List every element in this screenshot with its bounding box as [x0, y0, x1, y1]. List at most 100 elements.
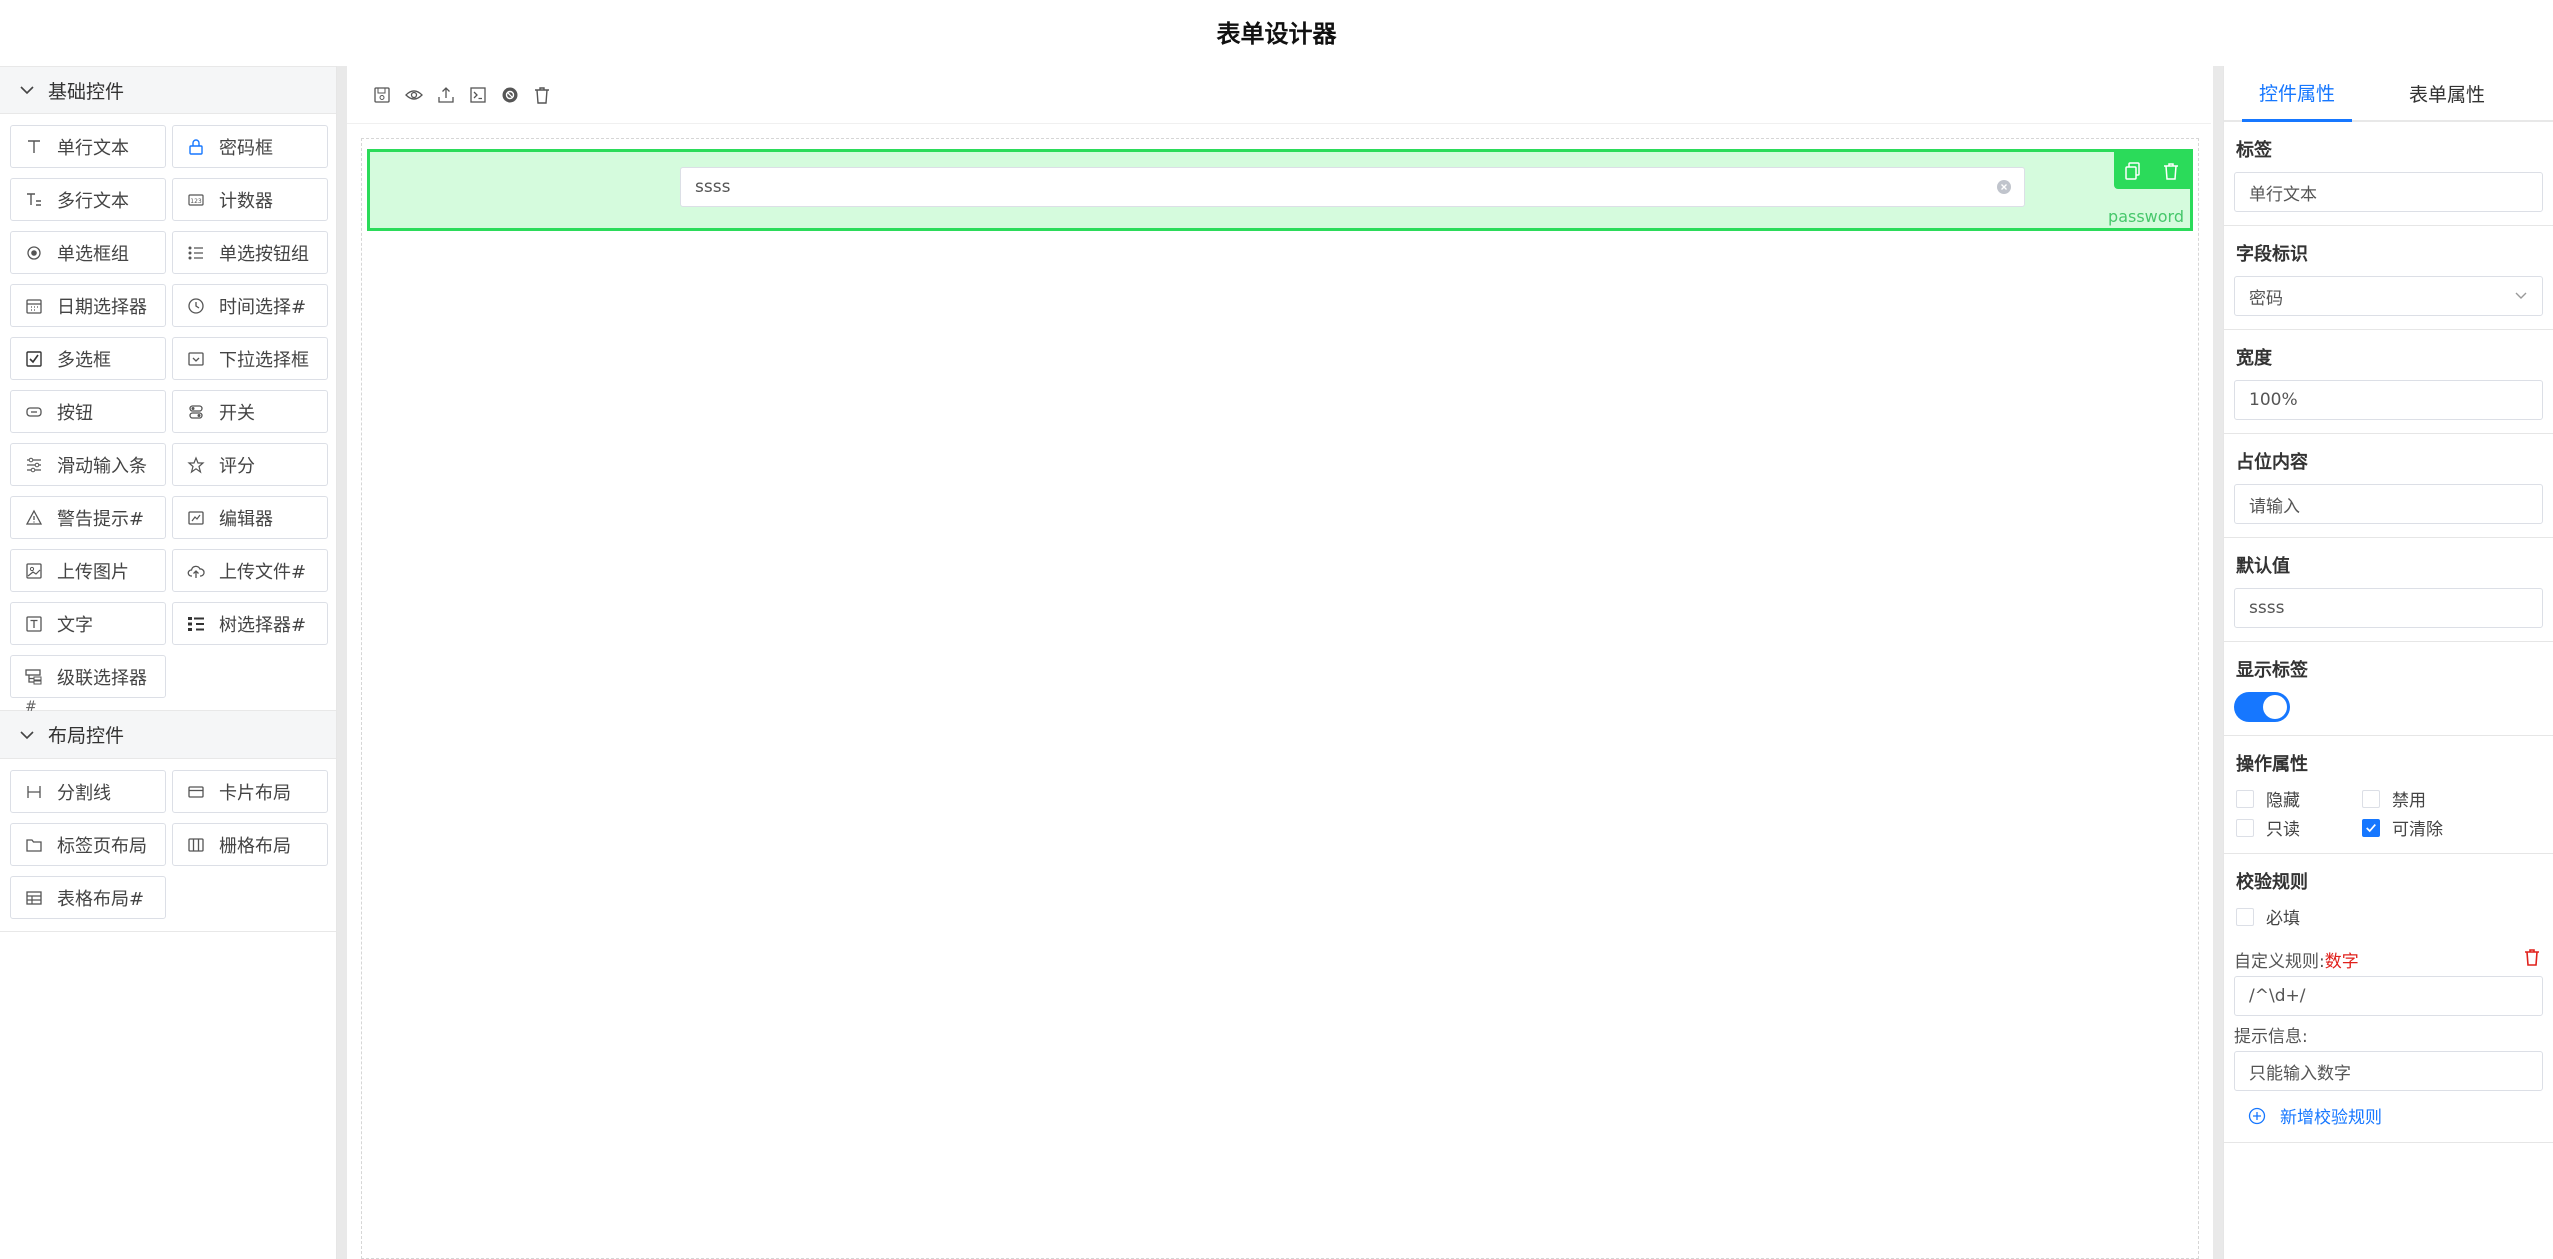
widget-select[interactable]: 下拉选择框 — [172, 337, 328, 380]
prop-rules-title: 校验规则 — [2236, 872, 2308, 893]
op-checkbox[interactable]: 只读 — [2236, 815, 2362, 840]
custom-rule-type: 数字 — [2324, 952, 2359, 972]
required-checkbox[interactable]: 必填 — [2234, 904, 2543, 929]
widget-label: 时间选择# — [219, 296, 307, 318]
lock-icon — [187, 138, 205, 156]
widget-warning[interactable]: 警告提示# — [10, 496, 166, 539]
field-input[interactable]: ssss — [680, 167, 2025, 207]
property-panel: 控件属性 表单属性 标签 单行文本 字段标识 密码 宽度 100% 占位内容 请… — [2223, 66, 2553, 1259]
widget-label: 多行文本 — [57, 190, 129, 212]
widget-editor[interactable]: 编辑器 — [172, 496, 328, 539]
widget-switch[interactable]: 开关 — [172, 390, 328, 433]
right-splitter[interactable] — [2213, 66, 2223, 1259]
custom-rule-value: /^\d+/ — [2249, 986, 2306, 1006]
left-splitter[interactable] — [337, 66, 347, 1259]
chevron-down-icon — [20, 86, 34, 95]
widget-image-upload[interactable]: 上传图片 — [10, 549, 166, 592]
widget-cloud-upload[interactable]: 上传文件# — [172, 549, 328, 592]
widget-cascader[interactable]: 级联选择器 # — [10, 655, 166, 715]
save-icon[interactable] — [373, 86, 391, 104]
counter-icon: 123 — [187, 191, 205, 209]
widget-label: 密码框 — [219, 137, 273, 159]
widget-label: 评分 — [219, 455, 255, 477]
prop-width-title: 宽度 — [2236, 348, 2272, 369]
chevron-down-icon — [20, 730, 34, 739]
op-checkbox[interactable]: 隐藏 — [2236, 786, 2362, 811]
widget-counter[interactable]: 123 计数器 — [172, 178, 328, 221]
radio-icon — [25, 244, 43, 262]
hint-input[interactable]: 只能输入数字 — [2234, 1051, 2543, 1091]
widget-grid[interactable]: 栅格布局 — [172, 823, 328, 866]
checkbox-box — [2236, 789, 2254, 808]
op-checkbox[interactable]: 可清除 — [2362, 815, 2512, 840]
field-actions — [2114, 152, 2190, 189]
widget-label: 日期选择器 — [57, 296, 147, 318]
width-input[interactable]: 100% — [2234, 380, 2543, 420]
export-icon[interactable] — [437, 86, 455, 104]
prop-field-id-title: 字段标识 — [2236, 244, 2308, 265]
widget-label: 上传文件# — [219, 561, 307, 583]
widget-folder[interactable]: 标签页布局 — [10, 823, 166, 866]
basic-group-header[interactable]: 基础控件 — [0, 66, 336, 114]
code-icon[interactable] — [469, 86, 487, 104]
widget-text-box[interactable]: 文字 — [10, 602, 166, 645]
widget-label: 滑动输入条 — [57, 455, 147, 477]
widget-checkbox[interactable]: 多选框 — [10, 337, 166, 380]
op-checkbox[interactable]: 禁用 — [2362, 786, 2512, 811]
checkbox-box — [2236, 818, 2254, 837]
ops-checkboxes: 隐藏 禁用 只读 可清除 — [2234, 786, 2543, 840]
default-value-input[interactable]: ssss — [2234, 588, 2543, 628]
checkbox-checked — [2362, 818, 2380, 837]
layout-widget-list: 分割线 卡片布局 标签页布局 栅格布局表格布局# — [0, 759, 336, 932]
switch-knob — [2263, 695, 2287, 719]
placeholder-value: 请输入 — [2249, 496, 2300, 517]
form-canvas[interactable]: 单行文本: ssss password — [361, 138, 2199, 1259]
tab-form-props[interactable]: 表单属性 — [2392, 66, 2502, 120]
widget-calendar[interactable]: 日期选择器 — [10, 284, 166, 327]
widget-clock[interactable]: 时间选择# — [172, 284, 328, 327]
json-icon[interactable] — [501, 86, 519, 104]
calendar-icon — [25, 297, 43, 315]
add-rule-button[interactable]: 新增校验规则 — [2234, 1103, 2543, 1128]
widget-card[interactable]: 卡片布局 — [172, 770, 328, 813]
widget-divider[interactable]: 分割线 — [10, 770, 166, 813]
show-label-switch[interactable] — [2234, 692, 2290, 722]
widget-panel: 基础控件 单行文本 密码框多行文本 123 计数器 单选框组 单选按钮组日期选择器 时间选择… — [0, 66, 337, 1259]
copy-icon[interactable] — [2125, 161, 2141, 180]
tab-widget-props[interactable]: 控件属性 — [2242, 66, 2352, 122]
placeholder-input[interactable]: 请输入 — [2234, 484, 2543, 524]
field-id-select[interactable]: 密码 — [2234, 276, 2543, 316]
widget-label: 表格布局# — [57, 888, 145, 910]
label-input[interactable]: 单行文本 — [2234, 172, 2543, 212]
widget-radio[interactable]: 单选框组 — [10, 231, 166, 274]
preview-icon[interactable] — [405, 86, 423, 104]
widget-tree[interactable]: 树选择器# — [172, 602, 328, 645]
clear-icon[interactable] — [1996, 179, 2012, 195]
layout-group-header[interactable]: 布局控件 — [0, 711, 336, 759]
divider-icon — [25, 783, 43, 801]
button-icon — [25, 403, 43, 421]
widget-button[interactable]: 按钮 — [10, 390, 166, 433]
field-input-value: ssss — [695, 177, 731, 197]
widget-star[interactable]: 评分 — [172, 443, 328, 486]
prop-default: 默认值 ssss — [2224, 538, 2553, 642]
custom-rule-input[interactable]: /^\d+/ — [2234, 976, 2543, 1016]
selected-form-field[interactable]: 单行文本: ssss password — [367, 149, 2193, 231]
widget-table[interactable]: 表格布局# — [10, 876, 166, 919]
clear-icon[interactable] — [533, 86, 551, 104]
prop-label: 标签 单行文本 — [2224, 122, 2553, 226]
delete-icon[interactable] — [2163, 162, 2179, 180]
widget-label-overflow: # — [25, 699, 37, 715]
trash-icon[interactable] — [2523, 948, 2541, 966]
widget-text[interactable]: 单行文本 — [10, 125, 166, 168]
widget-label: 级联选择器 — [57, 667, 147, 689]
widget-lock[interactable]: 密码框 — [172, 125, 328, 168]
select-icon — [187, 350, 205, 368]
widget-label: 按钮 — [57, 402, 93, 424]
widget-slider[interactable]: 滑动输入条 — [10, 443, 166, 486]
widget-radio-list[interactable]: 单选按钮组 — [172, 231, 328, 274]
clock-icon — [187, 297, 205, 315]
widget-label: 编辑器 — [219, 508, 273, 530]
widget-multiline-text[interactable]: 多行文本 — [10, 178, 166, 221]
op-label: 隐藏 — [2266, 791, 2300, 811]
